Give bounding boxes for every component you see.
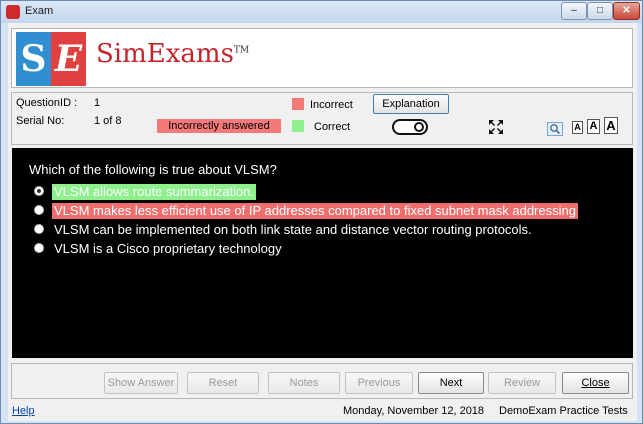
incorrect-swatch [292, 98, 304, 110]
option-4-radio[interactable] [34, 243, 44, 253]
notes-button[interactable]: Notes [268, 372, 340, 394]
status-bar: Help Monday, November 12, 2018 DemoExam … [8, 403, 637, 421]
app-icon [6, 5, 20, 19]
option-3-radio[interactable] [34, 224, 44, 234]
logo-panel: S E SimExamsTM [11, 28, 633, 88]
logo-letter-e: E [51, 32, 86, 86]
window-title: Exam [25, 5, 54, 17]
fullscreen-icon[interactable] [488, 119, 504, 135]
option-2-text: VLSM makes less efficient use of IP addr… [52, 203, 578, 219]
review-button[interactable]: Review [488, 372, 556, 394]
correct-legend-label: Correct [314, 121, 351, 133]
option-1-text: VLSM allows route summarization. [52, 184, 257, 200]
serial-label: Serial No: [16, 115, 65, 127]
help-link[interactable]: Help [12, 405, 35, 417]
previous-button[interactable]: Previous [345, 372, 413, 394]
logo-letter-s: S [16, 32, 51, 86]
incorrect-legend-label: Incorrect [310, 99, 353, 111]
reset-button[interactable]: Reset [187, 372, 259, 394]
brand-name: SimExamsTM [96, 39, 249, 69]
correct-swatch [292, 120, 304, 132]
exam-window: Exam – □ ✕ S E SimExamsTM QuestionID : 1… [0, 0, 643, 424]
window-close-button[interactable]: ✕ [613, 2, 640, 20]
question-text: Which of the following is true about VLS… [29, 162, 277, 177]
magnifier-icon [550, 124, 561, 135]
serial-value: 1 of 8 [94, 115, 122, 127]
zoom-icon[interactable] [547, 122, 563, 136]
option-4-text: VLSM is a Cisco proprietary technology [54, 241, 282, 256]
brand-text: SimExams [96, 39, 234, 69]
maximize-button[interactable]: □ [587, 2, 613, 20]
close-button[interactable]: Close [562, 372, 629, 394]
dark-mode-toggle[interactable] [392, 119, 428, 135]
toggle-knob [414, 122, 424, 132]
option-3-text: VLSM can be implemented on both link sta… [54, 222, 532, 237]
current-date: Monday, November 12, 2018 [343, 405, 485, 417]
font-size-medium-button[interactable]: A [587, 119, 600, 134]
navigation-panel: Show Answer Reset Notes Previous Next Re… [11, 363, 633, 399]
show-answer-button[interactable]: Show Answer [104, 372, 178, 394]
simexams-logo: S E [16, 32, 86, 86]
font-size-small-button[interactable]: A [572, 121, 583, 134]
minimize-button[interactable]: – [561, 2, 587, 20]
info-panel: QuestionID : 1 Serial No: 1 of 8 Incorre… [11, 92, 633, 145]
trademark: TM [233, 45, 250, 56]
option-2-radio[interactable] [34, 205, 44, 215]
product-name: DemoExam Practice Tests [499, 405, 628, 417]
explanation-button[interactable]: Explanation [373, 94, 449, 114]
title-bar: Exam – □ ✕ [1, 1, 642, 23]
question-id-value: 1 [94, 97, 101, 109]
question-id-label: QuestionID : [16, 97, 78, 109]
question-area: Which of the following is true about VLS… [12, 148, 633, 358]
status-badge: Incorrectly answered [157, 119, 281, 133]
font-size-large-button[interactable]: A [604, 117, 618, 134]
next-button[interactable]: Next [418, 372, 484, 394]
option-1-radio[interactable] [34, 186, 44, 196]
client-area: S E SimExamsTM QuestionID : 1 Serial No:… [8, 23, 637, 421]
